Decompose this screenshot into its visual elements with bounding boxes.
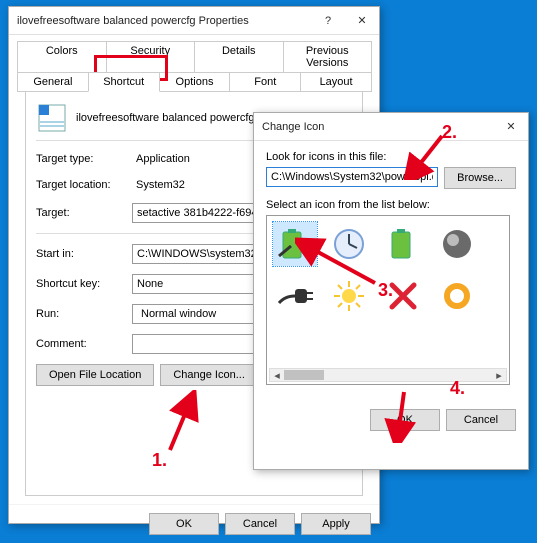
close-button[interactable]: ✕ xyxy=(345,7,379,35)
tab-security[interactable]: Security xyxy=(106,41,196,73)
tab-shortcut[interactable]: Shortcut xyxy=(88,72,160,92)
target-type-label: Target type: xyxy=(36,153,132,165)
shortcut-header-text: ilovefreesoftware balanced powercfg xyxy=(76,112,255,124)
target-location-label: Target location: xyxy=(36,179,132,191)
scroll-thumb[interactable] xyxy=(284,370,324,380)
icon-sun[interactable] xyxy=(327,274,371,318)
tab-options[interactable]: Options xyxy=(159,72,231,92)
close-button[interactable]: ✕ xyxy=(494,113,528,141)
change-icon-button[interactable]: Change Icon... xyxy=(160,364,258,386)
open-file-location-button[interactable]: Open File Location xyxy=(36,364,154,386)
tab-previous-versions[interactable]: Previous Versions xyxy=(283,41,373,73)
changeicon-ok-button[interactable]: OK xyxy=(370,409,440,431)
icon-list-scrollbar[interactable]: ◂ ▸ xyxy=(269,368,507,382)
target-type-value: Application xyxy=(132,151,194,167)
icon-orb-dark[interactable] xyxy=(435,222,479,266)
target-location-value: System32 xyxy=(132,177,189,193)
icon-battery-green[interactable] xyxy=(381,222,425,266)
target-label: Target: xyxy=(36,207,132,219)
help-button[interactable]: ? xyxy=(311,7,345,35)
change-icon-titlebar: Change Icon ✕ xyxy=(254,113,528,141)
change-icon-title: Change Icon xyxy=(262,121,324,133)
icon-clock-dial[interactable] xyxy=(327,222,371,266)
shortcutkey-label: Shortcut key: xyxy=(36,278,132,290)
select-icon-label: Select an icon from the list below: xyxy=(266,199,516,211)
icon-plug[interactable] xyxy=(273,274,317,318)
shortcut-file-icon xyxy=(36,102,68,134)
icon-battery-leaf[interactable] xyxy=(273,222,317,266)
run-label: Run: xyxy=(36,308,132,320)
comment-label: Comment: xyxy=(36,338,132,350)
tab-details[interactable]: Details xyxy=(194,41,284,73)
properties-title: ilovefreesoftware balanced powercfg Prop… xyxy=(17,15,249,27)
tab-layout[interactable]: Layout xyxy=(300,72,372,92)
browse-button[interactable]: Browse... xyxy=(444,167,516,189)
tab-general[interactable]: General xyxy=(17,72,89,92)
look-for-icons-label: Look for icons in this file: xyxy=(266,151,516,163)
scroll-right-icon[interactable]: ▸ xyxy=(492,369,506,381)
properties-titlebar: ilovefreesoftware balanced powercfg Prop… xyxy=(9,7,379,35)
changeicon-cancel-button[interactable]: Cancel xyxy=(446,409,516,431)
tab-colors[interactable]: Colors xyxy=(17,41,107,73)
icon-ring-orange[interactable] xyxy=(435,274,479,318)
icon-list[interactable]: ◂ ▸ xyxy=(266,215,510,385)
tab-font[interactable]: Font xyxy=(229,72,301,92)
startin-label: Start in: xyxy=(36,248,132,260)
icon-x-red[interactable] xyxy=(381,274,425,318)
icon-path-input[interactable] xyxy=(266,167,438,187)
properties-footer: OK Cancel Apply xyxy=(9,504,379,543)
change-icon-window: Change Icon ✕ Look for icons in this fil… xyxy=(253,112,529,470)
scroll-left-icon[interactable]: ◂ xyxy=(270,369,284,381)
